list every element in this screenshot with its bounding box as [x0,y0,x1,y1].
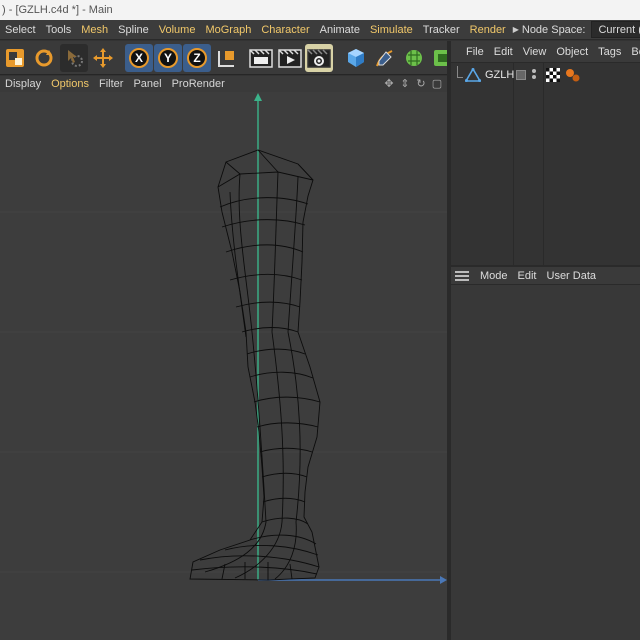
leg-wireframe-mesh [189,149,321,581]
attribute-manager-body [451,285,640,640]
object-row[interactable]: GZLH [451,65,640,85]
column-separator [543,63,544,265]
menu-simulate[interactable]: Simulate [365,20,418,39]
live-selection-icon[interactable] [60,44,88,72]
om-menu-view[interactable]: View [518,46,552,58]
3d-viewport[interactable] [0,92,447,640]
pan-icon[interactable]: ✥ [383,77,395,90]
rotate-icon[interactable] [30,44,58,72]
object-manager-list: GZLH [451,63,640,265]
render-settings-icon[interactable] [305,44,333,72]
menu-select[interactable]: Select [0,20,41,39]
maximize-view-icon[interactable]: ▢ [431,77,443,90]
menu-mograph[interactable]: MoGraph [200,20,256,39]
menu-overflow-arrow-icon[interactable]: ▶ [511,25,519,34]
phong-tag-icon[interactable] [565,68,581,82]
viewport-canvas [0,93,447,584]
command-toolbar: X Y Z [0,41,452,75]
viewport-navigation: ✥ ⇕ ↻ ▢ [383,77,443,90]
menu-character[interactable]: Character [256,20,314,39]
om-menu-tags[interactable]: Tags [593,46,626,58]
floor-grid [0,211,447,573]
menu-tracker[interactable]: Tracker [418,20,465,39]
axis-x-button[interactable]: X [125,44,153,72]
node-space-label: Node Space: [521,23,586,36]
object-name[interactable]: GZLH [485,69,514,81]
move-mode-icon[interactable] [1,44,29,72]
am-menu-user-data[interactable]: User Data [542,270,602,282]
om-menu-file[interactable]: File [461,46,489,58]
pen-tool-icon[interactable] [371,44,399,72]
checker-material-tag-icon[interactable] [546,68,562,82]
dolly-icon[interactable]: ⇕ [399,77,411,90]
am-menu-mode[interactable]: Mode [475,270,513,282]
viewport-menu-filter[interactable]: Filter [94,78,128,90]
menu-render[interactable]: Render [465,20,511,39]
layer-toggle-icon[interactable] [516,70,526,80]
object-manager-menu-bar: File Edit View Object Tags Bookmarks [451,41,640,63]
menu-tools[interactable]: Tools [41,20,77,39]
axis-z-button[interactable]: Z [183,44,211,72]
viewport-menu-panel[interactable]: Panel [128,78,166,90]
am-menu-edit[interactable]: Edit [513,270,542,282]
viewport-menu-options[interactable]: Options [46,78,94,90]
coordinate-system-icon[interactable] [212,44,240,72]
menu-spline[interactable]: Spline [113,20,154,39]
om-menu-edit[interactable]: Edit [489,46,518,58]
move-tool-icon[interactable] [89,44,117,72]
y-axis-arrow-icon [254,93,262,101]
polygon-object-icon [465,68,481,82]
viewport-menu-bar: Display Options Filter Panel ProRender ✥… [0,76,447,92]
rotate-view-icon[interactable]: ↻ [415,77,427,90]
menu-animate[interactable]: Animate [315,20,365,39]
menu-volume[interactable]: Volume [154,20,201,39]
subdivision-icon[interactable] [400,44,428,72]
visibility-dots-icon[interactable] [530,69,538,81]
render-picture-viewer-icon[interactable] [276,44,304,72]
om-menu-bookmarks[interactable]: Bookmarks [626,46,640,58]
axis-y-button[interactable]: Y [154,44,182,72]
viewport-menu-prorender[interactable]: ProRender [167,78,230,90]
om-menu-object[interactable]: Object [551,46,593,58]
column-separator [513,63,514,265]
node-space-select[interactable]: Current (Standard/Physical) [591,21,640,38]
tree-line-icon [457,66,463,78]
x-axis-arrow-icon [440,576,447,584]
cube-primitive-icon[interactable] [342,44,370,72]
viewport-menu-display[interactable]: Display [0,78,46,90]
window-title: ) - [GZLH.c4d *] - Main [2,4,113,16]
menu-mesh[interactable]: Mesh [76,20,113,39]
main-menu-bar: Select Tools Mesh Spline Volume MoGraph … [0,20,640,40]
attribute-manager-hamburger-icon[interactable] [455,270,469,281]
render-view-icon[interactable] [247,44,275,72]
attribute-manager-menu-bar: Mode Edit User Data [451,267,640,285]
window-title-bar: ) - [GZLH.c4d *] - Main [0,0,640,20]
